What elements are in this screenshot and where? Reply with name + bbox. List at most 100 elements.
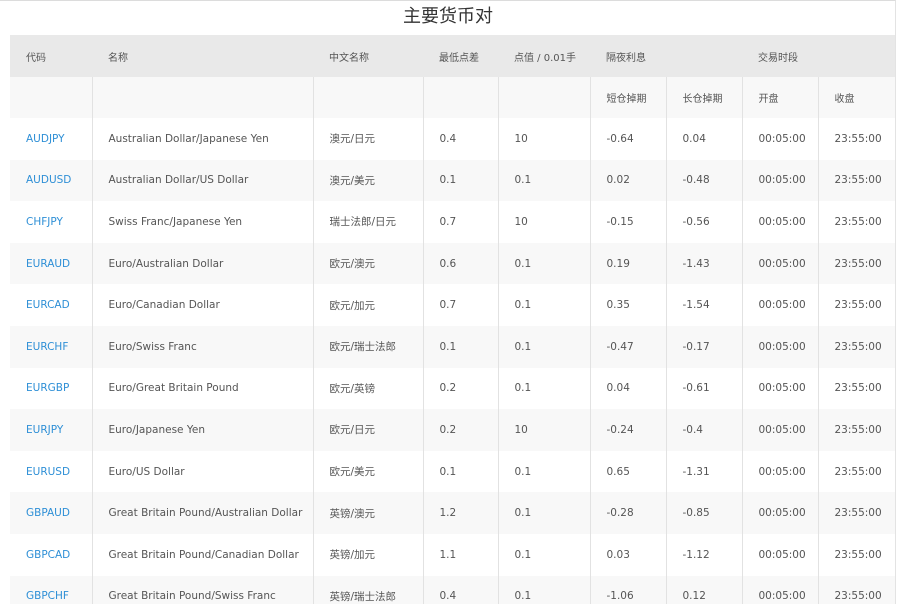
table-row: AUDUSD Australian Dollar/US Dollar 澳元/美元 0.… — [10, 159, 895, 202]
cell-min-spread: 0.1 — [422, 159, 498, 202]
cell-cn-name: 澳元/美元 — [312, 159, 423, 202]
pair-code-link[interactable]: AUDJPY — [26, 133, 65, 145]
cell-long-swap: 0.04 — [665, 118, 742, 160]
pair-code-link[interactable]: GBPAUD — [26, 507, 70, 519]
pair-code-link[interactable]: AUDUSD — [26, 174, 71, 186]
pair-code-link[interactable]: EURJPY — [26, 424, 63, 436]
cell-cn-name: 欧元/日元 — [312, 409, 423, 451]
cell-short-swap: 0.03 — [589, 533, 666, 576]
cell-long-swap: 0.12 — [665, 575, 742, 604]
col-header-long-swap: 长仓掉期 — [665, 77, 742, 118]
cell-code: EURCHF — [10, 325, 92, 368]
cell-min-spread: 0.4 — [422, 575, 498, 604]
cell-min-spread: 1.2 — [422, 492, 498, 534]
cell-close: 23:55:00 — [817, 367, 895, 410]
cell-close: 23:55:00 — [817, 325, 895, 368]
currency-pairs-panel: 主要货币对 代码 名称 中文名称 最低点差 点值 / 0.01手 隔夜利息 交易… — [0, 0, 896, 604]
pair-code-link[interactable]: GBPCAD — [26, 549, 70, 561]
cell-name: Euro/Canadian Dollar — [91, 284, 313, 326]
cell-name: Great Britain Pound/Canadian Dollar — [91, 533, 313, 576]
table-row: GBPCAD Great Britain Pound/Canadian Dolla… — [10, 533, 895, 576]
cell-short-swap: 0.35 — [589, 284, 666, 326]
table-row: GBPAUD Great Britain Pound/Australian Dol… — [10, 492, 895, 534]
cell-min-spread: 0.2 — [422, 409, 498, 451]
cell-code: GBPAUD — [10, 492, 92, 534]
cell-point-value: 0.1 — [497, 533, 590, 576]
table-row: GBPCHF Great Britain Pound/Swiss Franc 英镑/… — [10, 575, 895, 604]
cell-cn-name: 英镑/瑞士法郎 — [312, 575, 423, 604]
cell-min-spread: 0.4 — [422, 118, 498, 160]
cell-code: GBPCAD — [10, 534, 92, 576]
cell-short-swap: 0.02 — [589, 159, 666, 202]
cell-code: EURJPY — [10, 409, 92, 451]
cell-point-value: 0.1 — [497, 159, 590, 202]
cell-cn-name: 瑞士法郎/日元 — [312, 201, 423, 243]
table-row: EURCHF Euro/Swiss Franc 欧元/瑞士法郎 0.1 0.1 -0.47… — [10, 325, 895, 368]
cell-cn-name: 英镑/澳元 — [312, 492, 423, 534]
cell-cn-name: 欧元/美元 — [312, 450, 423, 493]
table-row: EURCAD Euro/Canadian Dollar 欧元/加元 0.7 0.1 0.3… — [10, 284, 895, 326]
col-header-short-swap: 短仓掉期 — [589, 77, 666, 118]
cell-open: 00:05:00 — [741, 201, 818, 243]
cell-open: 00:05:00 — [741, 450, 818, 493]
cell-short-swap: 0.04 — [589, 367, 666, 410]
cell-open: 00:05:00 — [741, 242, 818, 285]
cell-code: EURCAD — [10, 284, 92, 326]
cell-name: Euro/US Dollar — [91, 450, 313, 493]
table-row: EURAUD Euro/Australian Dollar 欧元/澳元 0.6 0.1 0… — [10, 242, 895, 285]
col-header-name: 名称 — [92, 35, 313, 77]
cell-point-value: 0.1 — [497, 492, 590, 534]
table-row: EURUSD Euro/US Dollar 欧元/美元 0.1 0.1 0.65 -1.31… — [10, 450, 895, 493]
pair-code-link[interactable]: EURCAD — [26, 299, 70, 311]
cell-point-value: 0.1 — [497, 242, 590, 285]
cell-min-spread: 1.1 — [422, 533, 498, 576]
col-header-cn-name: 中文名称 — [313, 35, 423, 77]
cell-code: AUDJPY — [10, 118, 92, 160]
cell-name: Swiss Franc/Japanese Yen — [91, 201, 313, 243]
table-row: EURGBP Euro/Great Britain Pound 欧元/英镑 0.2 0.… — [10, 367, 895, 410]
cell-open: 00:05:00 — [741, 409, 818, 451]
table-row: AUDJPY Australian Dollar/Japanese Yen 澳元/日… — [10, 118, 895, 160]
cell-open: 00:05:00 — [741, 492, 818, 534]
cell-cn-name: 欧元/加元 — [312, 284, 423, 326]
cell-point-value: 0.1 — [497, 450, 590, 493]
cell-code: CHFJPY — [10, 201, 92, 243]
pair-code-link[interactable]: GBPCHF — [26, 590, 69, 602]
cell-name: Australian Dollar/US Dollar — [91, 159, 313, 202]
cell-close: 23:55:00 — [817, 118, 895, 160]
pair-code-link[interactable]: CHFJPY — [26, 216, 63, 228]
cell-short-swap: -0.28 — [589, 492, 666, 534]
pair-code-link[interactable]: EURGBP — [26, 382, 69, 394]
cell-point-value: 0.1 — [497, 367, 590, 410]
cell-name: Australian Dollar/Japanese Yen — [91, 118, 313, 160]
subheader-row: 短仓掉期 长仓掉期 开盘 收盘 — [10, 77, 895, 118]
cell-code: EURAUD — [10, 242, 92, 285]
table-row: CHFJPY Swiss Franc/Japanese Yen 瑞士法郎/日元 0.7… — [10, 201, 895, 243]
pair-code-link[interactable]: EURCHF — [26, 341, 68, 353]
cell-min-spread: 0.1 — [422, 450, 498, 493]
cell-short-swap: -0.24 — [589, 409, 666, 451]
cell-close: 23:55:00 — [817, 201, 895, 243]
cell-long-swap: -0.4 — [665, 409, 742, 451]
cell-short-swap: 0.65 — [589, 450, 666, 493]
table-body: AUDJPY Australian Dollar/Japanese Yen 澳元/日… — [10, 118, 895, 604]
cell-close: 23:55:00 — [817, 409, 895, 451]
cell-close: 23:55:00 — [817, 450, 895, 493]
col-header-point-value: 点值 / 0.01手 — [498, 35, 590, 77]
cell-long-swap: -0.85 — [665, 492, 742, 534]
cell-long-swap: -1.31 — [665, 450, 742, 493]
cell-name: Great Britain Pound/Australian Dollar — [91, 492, 313, 534]
currency-pairs-table: 代码 名称 中文名称 最低点差 点值 / 0.01手 隔夜利息 交易时段 短仓掉… — [10, 35, 895, 604]
pair-code-link[interactable]: EURAUD — [26, 258, 70, 270]
cell-open: 00:05:00 — [741, 367, 818, 410]
cell-open: 00:05:00 — [741, 533, 818, 576]
pair-code-link[interactable]: EURUSD — [26, 466, 70, 478]
cell-point-value: 0.1 — [497, 575, 590, 604]
cell-close: 23:55:00 — [817, 575, 895, 604]
cell-short-swap: -0.64 — [589, 118, 666, 160]
cell-code: AUDUSD — [10, 159, 92, 202]
cell-close: 23:55:00 — [817, 159, 895, 202]
cell-close: 23:55:00 — [817, 533, 895, 576]
cell-name: Euro/Swiss Franc — [91, 325, 313, 368]
cell-cn-name: 欧元/英镑 — [312, 367, 423, 410]
